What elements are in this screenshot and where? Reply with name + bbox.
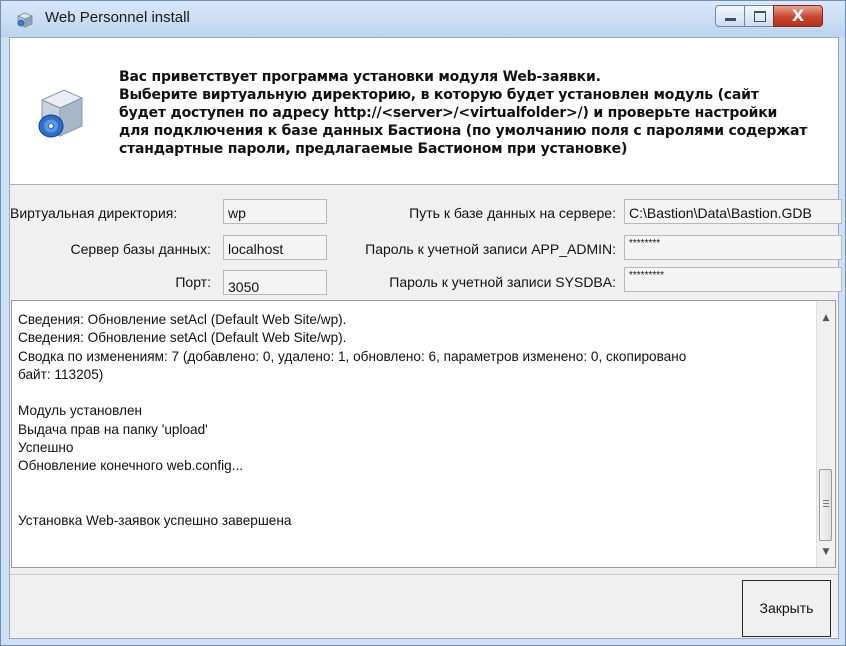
minimize-icon bbox=[725, 18, 736, 21]
close-window-button[interactable]: X bbox=[773, 5, 823, 27]
install-log-text: Сведения: Обновление setAcl (Default Web… bbox=[18, 312, 687, 529]
scroll-down-arrow-icon[interactable]: ▼ bbox=[817, 543, 835, 561]
welcome-header: Вас приветствует программа установки мод… bbox=[10, 38, 838, 185]
footer-divider bbox=[10, 574, 838, 575]
grip-line bbox=[823, 503, 829, 504]
minimize-button[interactable] bbox=[715, 5, 745, 27]
db-path-field[interactable]: C:\Bastion\Data\Bastion.GDB bbox=[624, 199, 842, 224]
maximize-icon bbox=[754, 11, 766, 22]
welcome-text: Вас приветствует программа установки мод… bbox=[119, 69, 808, 157]
sysdba-password-label: Пароль к учетной записи SYSDBA: bbox=[389, 274, 616, 290]
scroll-up-arrow-icon[interactable]: ▲ bbox=[817, 309, 835, 327]
port-field[interactable]: 3050 bbox=[223, 270, 327, 295]
app-icon bbox=[16, 12, 34, 28]
window-title: Web Personnel install bbox=[45, 9, 190, 26]
close-button[interactable]: Закрыть bbox=[742, 580, 831, 637]
grip-line bbox=[823, 506, 829, 507]
sysdba-password-field[interactable]: ********* bbox=[624, 267, 842, 292]
scrollbar-thumb[interactable] bbox=[819, 469, 832, 541]
db-path-label: Путь к базе данных на сервере: bbox=[409, 205, 616, 221]
db-server-field[interactable]: localhost bbox=[223, 235, 327, 260]
title-bar[interactable]: Web Personnel install X bbox=[1, 1, 845, 37]
log-scrollbar[interactable]: ▲ ▼ bbox=[816, 301, 835, 567]
virtual-dir-label: Виртуальная директория: bbox=[10, 205, 178, 221]
maximize-button[interactable] bbox=[744, 5, 774, 27]
install-log[interactable]: Сведения: Обновление setAcl (Default Web… bbox=[11, 300, 836, 568]
window-client-area: Вас приветствует программа установки мод… bbox=[9, 37, 842, 639]
virtual-dir-field[interactable]: wp bbox=[223, 199, 327, 224]
grip-line bbox=[823, 500, 829, 501]
app-admin-password-label: Пароль к учетной записи APP_ADMIN: bbox=[365, 241, 616, 257]
port-label: Порт: bbox=[175, 274, 211, 290]
db-server-label: Сервер базы данных: bbox=[70, 241, 212, 257]
installer-window: Web Personnel install X Вас приветствует… bbox=[0, 0, 846, 646]
app-admin-password-field[interactable]: ******** bbox=[624, 235, 842, 260]
installer-box-icon bbox=[38, 89, 84, 138]
close-icon: X bbox=[791, 6, 805, 25]
